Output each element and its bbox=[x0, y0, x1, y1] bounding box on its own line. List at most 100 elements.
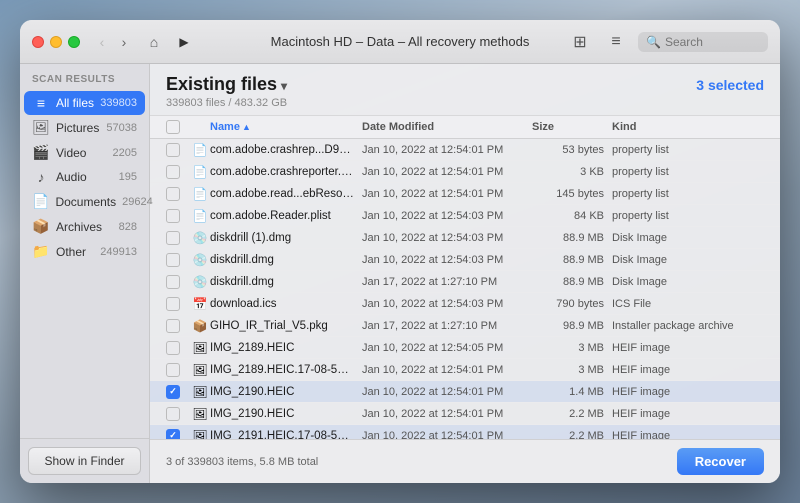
file-size: 84 KB bbox=[532, 210, 612, 222]
row-checkbox[interactable] bbox=[166, 187, 180, 201]
maximize-button[interactable] bbox=[68, 36, 80, 48]
table-row[interactable]: 📅 download.ics Jan 10, 2022 at 12:54:03 … bbox=[150, 293, 780, 315]
documents-label: Documents bbox=[55, 195, 116, 209]
row-checkbox[interactable] bbox=[166, 407, 180, 421]
table-row[interactable]: 🖼 IMG_2189.HEIC.17-08-55-824.HEIC Jan 10… bbox=[150, 359, 780, 381]
th-size[interactable]: Size bbox=[532, 120, 612, 134]
file-table[interactable]: Name ▲ Date Modified Size Kind 📄 bbox=[150, 116, 780, 439]
pictures-count: 57038 bbox=[106, 122, 137, 134]
table-row[interactable]: 📄 com.adobe.Reader.plist Jan 10, 2022 at… bbox=[150, 205, 780, 227]
content-title-group: Existing files ▾ bbox=[166, 74, 287, 95]
table-row[interactable]: 💿 diskdrill (1).dmg Jan 10, 2022 at 12:5… bbox=[150, 227, 780, 249]
file-name: GIHO_IR_Trial_V5.pkg bbox=[210, 320, 362, 332]
video-count: 2205 bbox=[113, 147, 137, 159]
table-row[interactable]: 🖼 IMG_2191.HEIC.17-08-53-504.HEIC Jan 10… bbox=[150, 425, 780, 439]
file-name: download.ics bbox=[210, 298, 362, 310]
view-options-button[interactable]: ⊞ bbox=[566, 28, 594, 56]
file-date: Jan 10, 2022 at 12:54:01 PM bbox=[362, 430, 532, 440]
row-checkbox[interactable] bbox=[166, 297, 180, 311]
show-in-finder-button[interactable]: Show in Finder bbox=[28, 447, 141, 475]
table-row[interactable]: 🖼 IMG_2189.HEIC Jan 10, 2022 at 12:54:05… bbox=[150, 337, 780, 359]
file-count-info: 339803 files / 483.32 GB bbox=[166, 97, 764, 109]
file-name: com.adobe.Reader.plist bbox=[210, 210, 362, 222]
footer-info: 3 of 339803 items, 5.8 MB total bbox=[166, 456, 318, 468]
file-size: 3 KB bbox=[532, 166, 612, 178]
audio-count: 195 bbox=[119, 171, 137, 183]
minimize-button[interactable] bbox=[50, 36, 62, 48]
row-checkbox[interactable] bbox=[166, 319, 180, 333]
video-label: Video bbox=[56, 146, 107, 160]
file-icon: 📄 bbox=[190, 209, 210, 223]
file-name: diskdrill (1).dmg bbox=[210, 232, 362, 244]
sidebar-item-all-files[interactable]: ≡ All files 339803 bbox=[24, 91, 145, 115]
file-name: IMG_2191.HEIC.17-08-53-504.HEIC bbox=[210, 430, 362, 440]
recover-button[interactable]: Recover bbox=[677, 448, 764, 475]
table-row[interactable]: 📄 com.adobe.crashreporter.plist Jan 10, … bbox=[150, 161, 780, 183]
th-date[interactable]: Date Modified bbox=[362, 120, 532, 134]
filter-button[interactable]: ≡ bbox=[602, 28, 630, 56]
file-kind: Disk Image bbox=[612, 254, 764, 266]
table-row[interactable]: 🖼 IMG_2190.HEIC Jan 10, 2022 at 12:54:01… bbox=[150, 381, 780, 403]
search-input[interactable] bbox=[665, 35, 760, 49]
sidebar-item-pictures[interactable]: 🖼 Pictures 57038 bbox=[24, 115, 145, 140]
sidebar-section-label: Scan results bbox=[20, 64, 149, 91]
main-area: Scan results ≡ All files 339803 🖼 Pictur… bbox=[20, 64, 780, 483]
forward-button[interactable]: › bbox=[114, 32, 134, 52]
table-row[interactable]: 🖼 IMG_2190.HEIC Jan 10, 2022 at 12:54:01… bbox=[150, 403, 780, 425]
file-icon: 🖼 bbox=[190, 429, 210, 440]
th-icon bbox=[190, 120, 210, 134]
traffic-lights bbox=[32, 36, 80, 48]
sidebar-item-other[interactable]: 📁 Other 249913 bbox=[24, 239, 145, 264]
selected-badge: 3 selected bbox=[696, 77, 764, 93]
sidebar-item-audio[interactable]: ♪ Audio 195 bbox=[24, 165, 145, 189]
file-kind: property list bbox=[612, 210, 764, 222]
back-button[interactable]: ‹ bbox=[92, 32, 112, 52]
table-row[interactable]: 📄 com.adobe.crashrep...D91F8545130C.plis… bbox=[150, 139, 780, 161]
file-name: IMG_2190.HEIC bbox=[210, 386, 362, 398]
play-button[interactable]: ▶ bbox=[174, 32, 194, 52]
file-date: Jan 10, 2022 at 12:54:01 PM bbox=[362, 408, 532, 420]
home-button[interactable]: ⌂ bbox=[142, 30, 166, 54]
file-kind: property list bbox=[612, 166, 764, 178]
table-row[interactable]: 💿 diskdrill.dmg Jan 17, 2022 at 1:27:10 … bbox=[150, 271, 780, 293]
row-checkbox[interactable] bbox=[166, 143, 180, 157]
row-checkbox[interactable] bbox=[166, 429, 180, 440]
close-button[interactable] bbox=[32, 36, 44, 48]
file-icon: 💿 bbox=[190, 275, 210, 289]
th-checkbox[interactable] bbox=[166, 120, 190, 134]
archives-count: 828 bbox=[119, 221, 137, 233]
row-checkbox[interactable] bbox=[166, 385, 180, 399]
file-icon: 🖼 bbox=[190, 341, 210, 355]
file-name: diskdrill.dmg bbox=[210, 276, 362, 288]
row-checkbox[interactable] bbox=[166, 341, 180, 355]
sidebar-item-archives[interactable]: 📦 Archives 828 bbox=[24, 214, 145, 239]
table-row[interactable]: 💿 diskdrill.dmg Jan 10, 2022 at 12:54:03… bbox=[150, 249, 780, 271]
content-title: Existing files bbox=[166, 74, 277, 95]
file-icon: 📅 bbox=[190, 297, 210, 311]
table-row[interactable]: 📦 GIHO_IR_Trial_V5.pkg Jan 17, 2022 at 1… bbox=[150, 315, 780, 337]
row-checkbox[interactable] bbox=[166, 209, 180, 223]
row-checkbox[interactable] bbox=[166, 165, 180, 179]
header-checkbox[interactable] bbox=[166, 120, 180, 134]
pictures-icon: 🖼 bbox=[32, 119, 50, 136]
title-dropdown-chevron[interactable]: ▾ bbox=[281, 79, 287, 93]
audio-icon: ♪ bbox=[32, 169, 50, 185]
sidebar-item-video[interactable]: 🎬 Video 2205 bbox=[24, 140, 145, 165]
archives-icon: 📦 bbox=[32, 218, 50, 235]
row-checkbox[interactable] bbox=[166, 253, 180, 267]
file-kind: HEIF image bbox=[612, 342, 764, 354]
file-kind: HEIF image bbox=[612, 430, 764, 440]
row-checkbox[interactable] bbox=[166, 231, 180, 245]
row-checkbox[interactable] bbox=[166, 363, 180, 377]
row-checkbox[interactable] bbox=[166, 275, 180, 289]
file-icon: 📄 bbox=[190, 165, 210, 179]
search-bar[interactable]: 🔍 bbox=[638, 32, 768, 52]
th-kind[interactable]: Kind bbox=[612, 120, 764, 134]
all-files-icon: ≡ bbox=[32, 95, 50, 111]
file-size: 790 bytes bbox=[532, 298, 612, 310]
file-date: Jan 10, 2022 at 12:54:01 PM bbox=[362, 364, 532, 376]
th-name[interactable]: Name ▲ bbox=[210, 120, 362, 134]
file-kind: HEIF image bbox=[612, 408, 764, 420]
table-row[interactable]: 📄 com.adobe.read...ebResource.plist ⊕ Ja… bbox=[150, 183, 780, 205]
sidebar-item-documents[interactable]: 📄 Documents 29624 bbox=[24, 189, 145, 214]
